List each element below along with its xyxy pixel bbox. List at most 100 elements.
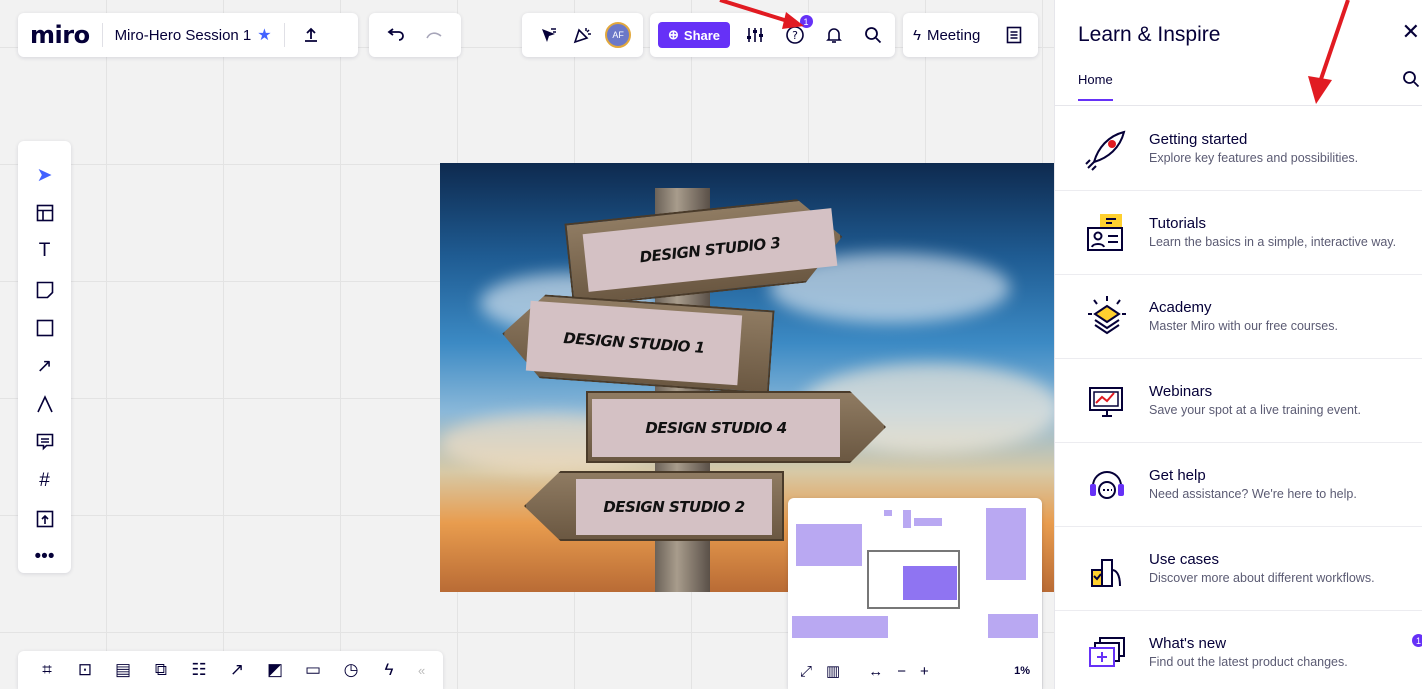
user-avatar[interactable]: AF [605,22,632,48]
export-icon[interactable] [297,21,325,49]
item-description: Need assistance? We're here to help. [1149,486,1357,501]
notes-icon[interactable] [1000,21,1028,49]
map-icon[interactable]: ▥ [826,662,840,680]
screen-share-icon[interactable]: ⧉ [144,655,178,685]
fit-width-icon[interactable]: ↔ [868,663,883,680]
video-chat-icon[interactable]: ▭ [296,655,330,685]
miro-logo[interactable]: miro [30,21,90,49]
fullscreen-icon[interactable]: ⤢ [800,663,812,680]
zoom-controls: ⤢ ▥ ↔ − + 1% [788,653,1042,689]
list-item-academy[interactable]: Academy Master Miro with our free course… [1055,275,1422,359]
share-bar: ⊕ Share ? 1 [650,13,895,57]
whats-new-icon [1083,629,1131,677]
list-item-tutorials[interactable]: Tutorials Learn the basics in a simple, … [1055,191,1422,275]
reactions-icon[interactable] [569,21,597,49]
minimap-frame [903,510,911,528]
card-list-icon[interactable]: ☷ [182,655,216,685]
frames-icon[interactable]: ⌗ [30,655,64,685]
timer-icon[interactable]: ◷ [334,655,368,685]
rocket-icon [1083,125,1131,173]
minimap-frame [796,524,862,566]
item-title: Tutorials [1149,214,1206,232]
left-toolbar: ➤ T ↗ # ••• [18,141,71,573]
close-icon[interactable]: ✕ [1402,19,1420,45]
item-title: Academy [1149,298,1212,316]
list-item-get-help[interactable]: Get help Need assistance? We're here to … [1055,443,1422,527]
minimap-frame [884,510,892,516]
meeting-button[interactable]: ϟ Meeting [913,27,980,44]
item-description: Discover more about different workflows. [1149,570,1375,585]
text-icon[interactable]: T [27,235,63,267]
meeting-bar: ϟ Meeting [903,13,1038,57]
board-bar: miro Miro-Hero Session 1 ★ [18,13,358,57]
lightning-icon: ϟ [913,26,921,44]
comment-icon[interactable] [27,426,63,458]
item-description: Explore key features and possibilities. [1149,150,1359,165]
star-icon[interactable]: ★ [257,25,271,45]
pen-icon[interactable] [27,388,63,420]
board-name[interactable]: Miro-Hero Session 1 [115,27,252,44]
divider [101,23,103,47]
select-cursor-icon[interactable]: ➤ [27,159,63,191]
help-icon[interactable]: ? 1 [781,15,813,49]
academy-icon [1083,293,1131,341]
meeting-label: Meeting [926,26,981,44]
zoom-value[interactable]: 1% [1014,665,1030,677]
item-title: Use cases [1149,550,1220,568]
new-badge: 1 [1412,634,1422,647]
learn-inspire-panel: Learn & Inspire ✕ Home Getting started E… [1054,0,1422,689]
comments-icon[interactable]: ▤ [106,655,140,685]
sign-label[interactable]: DESIGN STUDIO 4 [592,399,840,457]
upload-icon[interactable] [27,503,63,535]
sticky-stack-icon[interactable]: ◩ [258,655,292,685]
panel-header: Learn & Inspire ✕ [1055,0,1422,70]
collapse-icon[interactable]: « [418,663,425,678]
minimap-viewport[interactable] [867,550,960,609]
tab-home[interactable]: Home [1078,72,1113,101]
zoom-out-icon[interactable]: − [897,663,906,680]
share-button[interactable]: ⊕ Share [658,22,731,48]
zoom-in-icon[interactable]: + [920,663,929,680]
item-title: Get help [1149,466,1206,484]
undo-redo-bar [369,13,461,57]
divider [283,23,285,47]
bottom-toolbar: ⌗ ⊡ ▤ ⧉ ☷ ↗ ◩ ▭ ◷ ϟ « [18,651,443,689]
lightning-icon[interactable]: ϟ [372,655,406,685]
list-item-getting-started[interactable]: Getting started Explore key features and… [1055,107,1422,191]
search-icon[interactable] [1402,70,1420,93]
item-title: What's new [1149,635,1227,653]
list-item-use-cases[interactable]: Use cases Discover more about different … [1055,527,1422,611]
item-description: Save your spot at a live training event. [1149,402,1361,417]
cursor-filter-icon[interactable] [534,21,562,49]
bell-icon[interactable] [820,21,848,49]
minimap[interactable]: ⤢ ▥ ↔ − + 1% [788,498,1042,689]
shape-icon[interactable] [27,312,63,344]
settings-sliders-icon[interactable] [741,21,769,49]
more-tools-icon[interactable]: ••• [27,541,63,573]
item-description: Master Miro with our free courses. [1149,318,1338,333]
list-item-webinars[interactable]: Webinars Save your spot at a live traini… [1055,359,1422,443]
connector-line-icon[interactable]: ↗ [27,350,63,382]
redo-icon[interactable] [420,21,448,49]
share-label: Share [683,27,721,43]
search-icon[interactable] [859,21,887,49]
list-item-whats-new[interactable]: What's new Find out the latest product c… [1055,611,1422,689]
panel-title: Learn & Inspire [1078,23,1221,46]
item-description: Learn the basics in a simple, interactiv… [1149,234,1397,249]
embed-icon[interactable]: ↗ [220,655,254,685]
templates-icon[interactable] [27,197,63,229]
minimap-frame [914,518,942,526]
item-title: Webinars [1149,382,1213,400]
sign-label[interactable]: DESIGN STUDIO 2 [576,479,772,535]
panel-tabs: Home [1055,70,1422,106]
frame-icon[interactable]: # [27,465,63,497]
presentation-icon[interactable]: ⊡ [68,655,102,685]
collaboration-bar: AF [522,13,643,57]
use-cases-icon [1083,545,1131,593]
globe-icon: ⊕ [668,27,679,42]
sticky-note-icon[interactable] [27,274,63,306]
help-badge: 1 [799,15,813,28]
sign-label[interactable]: DESIGN STUDIO 1 [525,300,743,386]
undo-icon[interactable] [382,21,410,49]
webinar-monitor-icon [1083,377,1131,425]
